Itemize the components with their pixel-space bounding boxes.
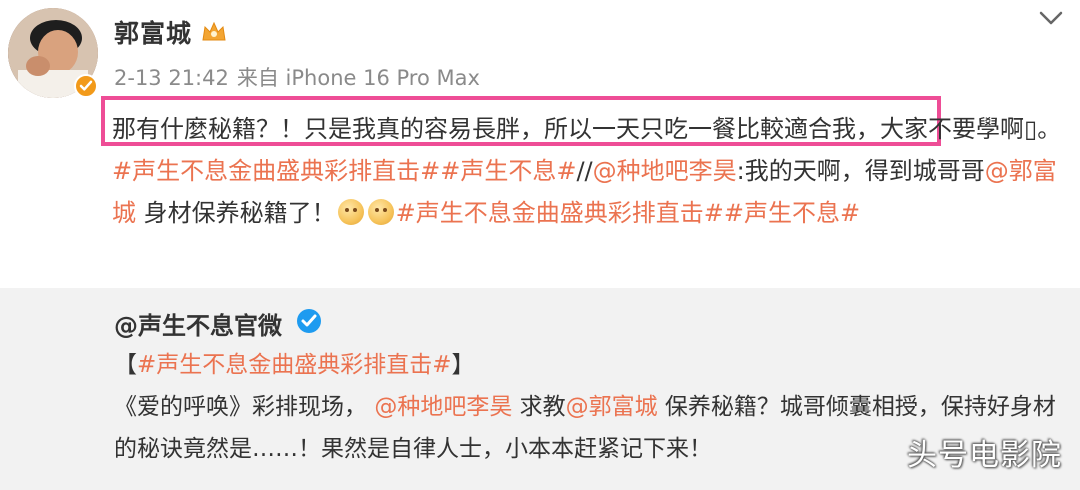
hashtag-show[interactable]: #声生不息# [440,157,576,185]
repost-author[interactable]: @声生不息官微 [114,306,282,341]
bracket-open: 【 [114,352,137,378]
repost-hashtag[interactable]: #声生不息金曲盛典彩排直击# [137,352,452,378]
post-content: 那有什麼秘籍？！只是我真的容易長胖，所以一天只吃一餐比較適合我，大家不要學啊▯。… [112,115,1062,227]
post-username[interactable]: 郭富城 [114,14,192,50]
weibo-post: 郭富城 2-13 21:42 来自 iPhone 16 Pro Max 那有什麼秘… [0,0,1080,288]
missing-glyph: ▯ [1024,115,1038,143]
hashtag-rehearsal-2[interactable]: #声生不息金曲盛典彩排直击# [396,199,724,227]
repost-slashes: // [576,157,593,185]
bracket-close: 】 [451,352,475,378]
post-source: 来自 iPhone 16 Pro Max [236,66,480,90]
mention-lihao[interactable]: @种地吧李昊 [593,157,737,185]
hashtag-show-2[interactable]: #声生不息# [724,199,860,227]
repost-mention-lihao[interactable]: @种地吧李昊 [374,394,512,420]
blue-verified-icon [297,309,321,333]
highlighted-text: 那有什麼秘籍？！只是我真的容易長胖，所以一天只吃一餐比較適合我 [112,115,856,143]
guo-text: 身材保养秘籍了！ [136,199,336,227]
chevron-down-icon[interactable] [1038,8,1064,28]
repost-card[interactable]: @声生不息官微 【#声生不息金曲盛典彩排直击#】 《爱的呼唤》彩排现场， @种地… [0,288,1080,490]
emoji-icon [367,199,394,225]
watermark: 头号电影院 [907,438,1062,473]
repost-line-b: 求教 [512,394,566,420]
emoji-icon [337,199,364,225]
repost-mention-guo[interactable]: @郭富城 [566,394,658,420]
lihao-text: :我的天啊，得到城哥哥 [736,157,985,185]
verified-badge-icon [74,74,98,98]
post-meta: 2-13 21:42 来自 iPhone 16 Pro Max [114,62,480,92]
content-rest: ，大家不要學啊 [856,115,1024,143]
repost-line-a: 《爱的呼唤》彩排现场， [114,394,367,420]
hashtag-rehearsal[interactable]: #声生不息金曲盛典彩排直击# [112,157,440,185]
post-time: 2-13 21:42 [114,66,229,90]
crown-icon [202,21,226,41]
